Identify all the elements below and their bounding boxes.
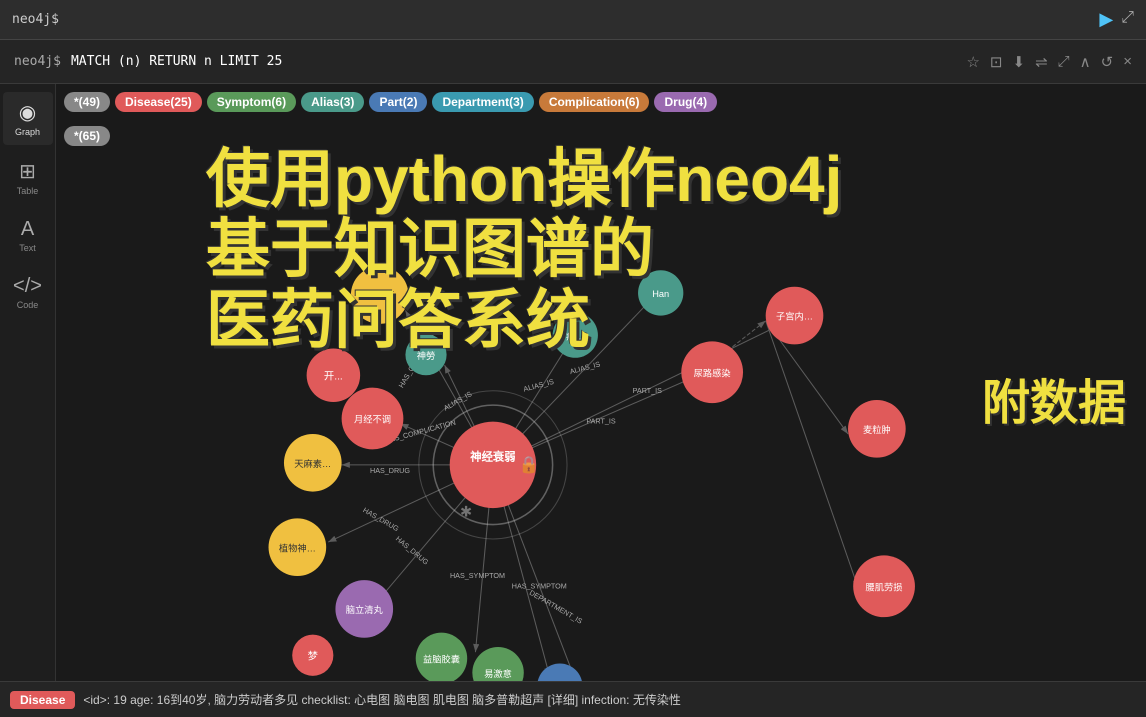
favorite-icon[interactable]: ☆ <box>966 53 979 71</box>
title-bar-controls: ▶ ⤢ <box>1099 9 1134 30</box>
play-button[interactable]: ▶ <box>1099 9 1113 30</box>
expand-button[interactable]: ⤢ <box>1121 9 1134 30</box>
download-icon[interactable]: ⬇ <box>1013 53 1026 71</box>
sidebar-label-table: Table <box>17 186 39 196</box>
badge-department[interactable]: Department(3) <box>432 92 533 112</box>
close-icon[interactable]: × <box>1123 53 1132 70</box>
svg-text:拉肚子: 拉肚子 <box>364 289 395 302</box>
svg-text:梦: 梦 <box>308 650 318 662</box>
badge-alias[interactable]: Alias(3) <box>301 92 364 112</box>
svg-text:HAS_SYMPTOM: HAS_SYMPTOM <box>450 571 505 580</box>
collapse-icon[interactable]: ∧ <box>1080 53 1091 71</box>
svg-text:DEPARTMENT_IS: DEPARTMENT_IS <box>528 588 584 626</box>
graph-area[interactable]: *(49) Disease(25) Symptom(6) Alias(3) Pa… <box>56 84 1146 681</box>
sidebar-item-code[interactable]: </> Code <box>3 267 53 318</box>
badge-all-65[interactable]: *(65) <box>64 126 110 146</box>
sidebar-item-table[interactable]: ⊞ Table <box>3 151 53 204</box>
svg-text:HAS_DRUG: HAS_DRUG <box>394 534 431 567</box>
graph-visualization[interactable]: HAS_COMPLICATION HAS_COMPLICATION HAS_DR… <box>56 84 1146 681</box>
svg-text:🔒: 🔒 <box>519 456 540 474</box>
sidebar-label-graph: Graph <box>15 127 40 137</box>
code-icon: </> <box>13 275 42 298</box>
badge-all-49[interactable]: *(49) <box>64 92 110 112</box>
status-disease-badge: Disease <box>10 691 75 709</box>
sidebar-label-code: Code <box>17 300 39 310</box>
svg-text:神勞: 神勞 <box>417 350 436 361</box>
text-icon: A <box>21 218 34 241</box>
svg-text:植物神…: 植物神… <box>279 542 316 553</box>
svg-text:尿路感染: 尿路感染 <box>694 367 731 378</box>
title-bar-text: neo4j$ <box>12 12 59 27</box>
svg-text:腰肌劳损: 腰肌劳损 <box>866 581 903 592</box>
query-bar: neo4j$ MATCH (n) RETURN n LIMIT 25 ☆ ⊡ ⬇… <box>0 40 1146 84</box>
query-prefix: neo4j$ <box>14 54 61 69</box>
svg-text:PART_IS: PART_IS <box>633 386 662 395</box>
badge-complication[interactable]: Complication(6) <box>539 92 650 112</box>
svg-text:ALIAS_IS: ALIAS_IS <box>569 359 602 376</box>
query-input[interactable]: MATCH (n) RETURN n LIMIT 25 <box>71 54 957 69</box>
badge-part[interactable]: Part(2) <box>369 92 427 112</box>
svg-text:HAS_SYMPTOM: HAS_SYMPTOM <box>512 581 567 590</box>
status-text: <id>: 19 age: 16到40岁, 脑力劳动者多见 checklist:… <box>83 691 680 708</box>
node-badges-row: *(49) Disease(25) Symptom(6) Alias(3) Pa… <box>64 92 1138 112</box>
svg-text:HAS_DRUG: HAS_DRUG <box>370 466 410 475</box>
svg-text:益脑胶囊: 益脑胶囊 <box>423 653 460 664</box>
svg-text:脑立清丸: 脑立清丸 <box>346 604 384 615</box>
svg-text:Han: Han <box>652 289 669 299</box>
svg-text:易激意: 易激意 <box>484 668 512 679</box>
badge-symptom[interactable]: Symptom(6) <box>207 92 296 112</box>
svg-text:神经衰弱: 神经衰弱 <box>470 450 515 464</box>
sidebar-item-graph[interactable]: ◉ Graph <box>3 92 53 145</box>
svg-text:✱: ✱ <box>460 504 472 520</box>
title-bar: neo4j$ ▶ ⤢ <box>0 0 1146 40</box>
svg-text:子宫内…: 子宫内… <box>776 311 813 322</box>
svg-text:HAS_DRUG: HAS_DRUG <box>361 505 400 533</box>
share-icon[interactable]: ⇌ <box>1035 53 1048 71</box>
graph-icon: ◉ <box>19 100 36 125</box>
refresh-icon[interactable]: ↺ <box>1101 53 1114 71</box>
svg-text:病…: 病… <box>566 330 585 341</box>
sidebar-item-text[interactable]: A Text <box>3 210 53 261</box>
sidebar-label-text: Text <box>19 243 36 253</box>
save-icon[interactable]: ⊡ <box>990 53 1003 71</box>
table-icon: ⊞ <box>19 159 36 184</box>
badge-disease[interactable]: Disease(25) <box>115 92 202 112</box>
fullscreen-icon[interactable]: ⤢ <box>1058 53 1070 70</box>
main-area: ◉ Graph ⊞ Table A Text </> Code *(49) Di… <box>0 84 1146 681</box>
svg-text:PART_IS: PART_IS <box>586 417 615 426</box>
svg-text:月经不调: 月经不调 <box>354 414 391 425</box>
sidebar: ◉ Graph ⊞ Table A Text </> Code <box>0 84 56 681</box>
svg-text:天麻素…: 天麻素… <box>294 458 331 469</box>
node-n13[interactable] <box>537 664 582 681</box>
svg-text:麦粒肿: 麦粒肿 <box>863 424 891 435</box>
svg-text:开...: 开... <box>324 371 343 382</box>
status-bar: Disease <id>: 19 age: 16到40岁, 脑力劳动者多见 ch… <box>0 681 1146 717</box>
badge-drug[interactable]: Drug(4) <box>654 92 717 112</box>
